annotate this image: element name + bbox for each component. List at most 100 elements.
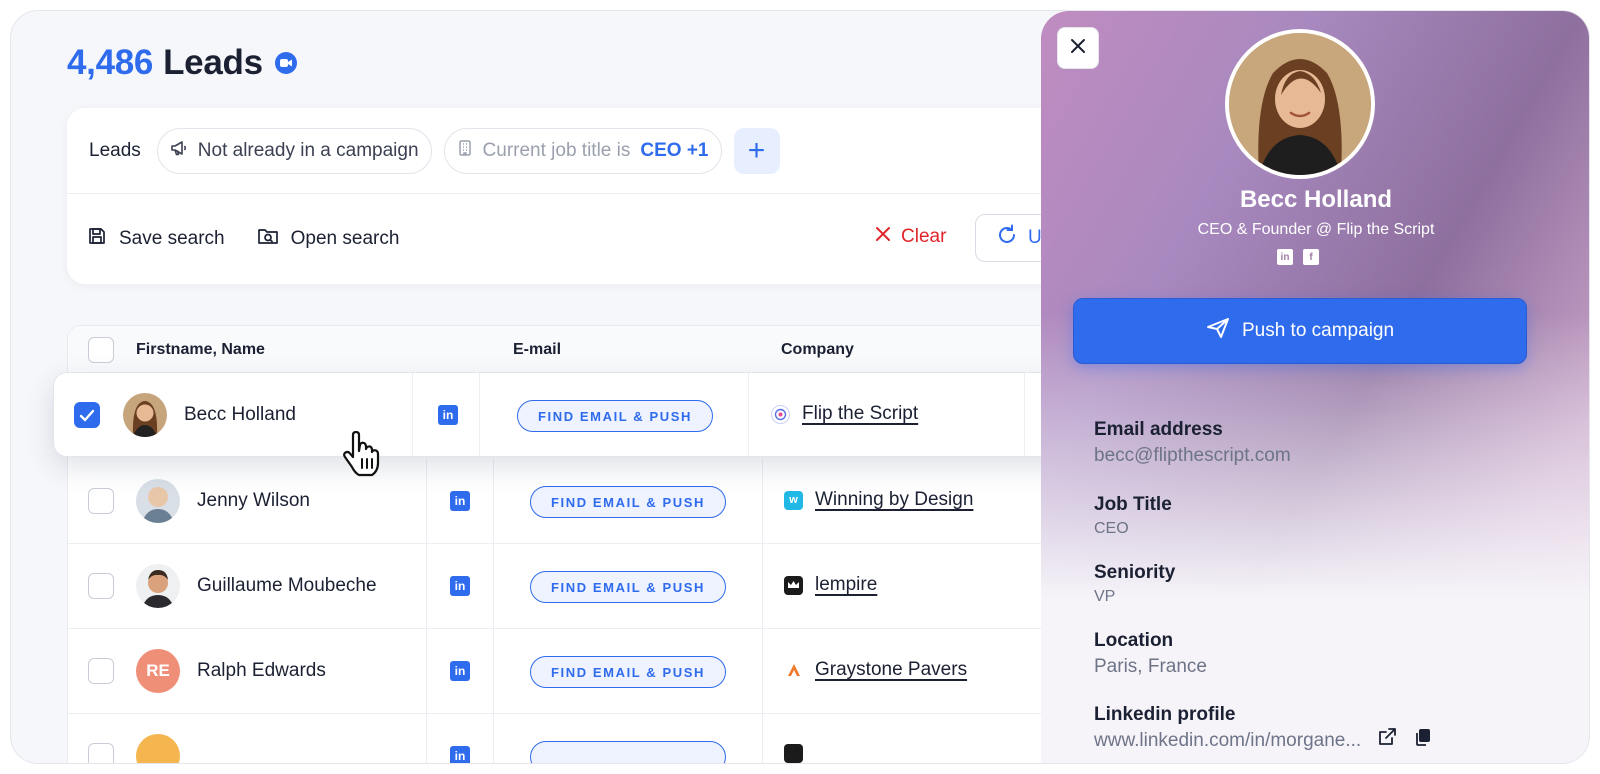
push-to-campaign-button[interactable]: Push to campaign [1073,298,1527,364]
column-header-email[interactable]: E-mail [513,341,561,359]
company-name[interactable]: Flip the Script [802,403,918,425]
open-search-icon [257,226,279,252]
lead-name[interactable]: Jenny Wilson [197,490,310,512]
app-frame: 4,486 Leads Leads Not already in a campa… [10,10,1590,764]
company-cell[interactable]: Flip the Script [771,403,918,425]
column-header-name[interactable]: Firstname, Name [136,341,265,359]
copy-icon[interactable] [1413,727,1433,752]
field-value[interactable]: becc@flipthescript.com [1094,445,1291,467]
external-link-icon[interactable] [1377,727,1397,752]
table-row[interactable]: Guillaume Moubeche in FIND EMAIL & PUSH … [68,544,1106,629]
avatar [136,734,180,763]
field-seniority: Seniority VP [1094,562,1175,606]
linkedin-icon[interactable]: in [450,661,470,681]
open-search-button[interactable]: Open search [257,226,400,252]
linkedin-icon[interactable]: in [450,576,470,596]
avatar [136,564,180,608]
field-location: Location Paris, France [1094,630,1207,678]
company-cell[interactable]: lempire [784,574,877,596]
table-row[interactable]: in [68,714,1106,763]
row-checkbox[interactable] [88,658,114,684]
select-all-checkbox[interactable] [88,337,114,363]
filter-row: Leads Not already in a campaign Current … [67,108,1107,194]
column-divider [762,459,763,543]
column-divider [762,714,763,763]
find-email-push-button[interactable]: FIND EMAIL & PUSH [530,571,726,603]
filter-chip-campaign[interactable]: Not already in a campaign [156,127,432,174]
field-linkedin: Linkedin profile www.linkedin.com/in/mor… [1094,704,1433,752]
table-row[interactable]: Jenny Wilson in FIND EMAIL & PUSH w Winn… [68,459,1106,544]
clear-label: Clear [901,226,947,247]
find-email-push-button[interactable]: FIND EMAIL & PUSH [530,656,726,688]
column-divider [1024,373,1025,456]
field-label: Location [1094,630,1174,651]
open-search-label: Open search [290,228,400,249]
company-logo-icon [771,404,790,424]
filter-card: Leads Not already in a campaign Current … [67,108,1135,284]
field-value: CEO [1094,520,1129,537]
company-cell[interactable]: w Winning by Design [784,489,973,511]
filter-chip-job-title-value: CEO +1 [640,139,709,161]
lead-name[interactable]: Guillaume Moubeche [197,575,377,597]
close-panel-button[interactable] [1057,27,1099,69]
profile-role: CEO & Founder @ Flip the Script [1197,221,1435,238]
column-divider [493,629,494,713]
table-row[interactable]: RE Ralph Edwards in FIND EMAIL & PUSH Gr… [68,629,1106,714]
row-checkbox[interactable] [88,743,114,763]
clear-button[interactable]: Clear [875,226,946,248]
plus-icon: + [747,133,766,167]
linkedin-icon[interactable]: in [450,746,470,763]
field-label: Linkedin profile [1094,704,1236,725]
column-divider [493,714,494,763]
find-email-push-button[interactable] [530,741,726,763]
column-header-company[interactable]: Company [781,341,854,359]
save-search-button[interactable]: Save search [87,226,225,252]
lead-name[interactable]: Ralph Edwards [197,660,326,682]
find-email-push-button[interactable]: FIND EMAIL & PUSH [530,486,726,518]
table-row-selected[interactable]: Becc Holland in FIND EMAIL & PUSH Flip t… [53,372,1113,457]
close-icon [1070,38,1086,59]
company-cell[interactable]: Graystone Pavers [784,659,967,681]
profile-avatar [1225,29,1375,179]
company-cell[interactable] [784,744,803,763]
find-email-push-button[interactable]: FIND EMAIL & PUSH [517,400,713,432]
company-logo-icon: w [784,490,803,510]
lead-detail-panel: Becc Holland CEO & Founder @ Flip the Sc… [1041,11,1589,763]
table-header: Firstname, Name E-mail Company [68,326,1106,374]
close-icon [875,226,891,248]
field-label: Email address [1094,419,1223,440]
add-filter-button[interactable]: + [733,127,780,174]
row-checkbox[interactable] [88,573,114,599]
field-value: VP [1094,588,1116,605]
linkedin-icon[interactable]: in [1277,249,1293,265]
page-title: 4,486 Leads [67,43,297,83]
column-divider [493,544,494,628]
push-to-campaign-label: Push to campaign [1241,320,1395,341]
update-label: U [1028,227,1042,248]
row-checkbox[interactable] [88,488,114,514]
lead-count: 4,486 [67,43,154,82]
company-name[interactable]: Graystone Pavers [815,659,967,681]
company-name[interactable]: lempire [815,574,877,596]
linkedin-icon[interactable]: in [438,405,458,425]
company-name[interactable]: Winning by Design [815,489,973,511]
avatar [123,393,167,437]
facebook-icon[interactable]: f [1303,249,1319,265]
video-badge-icon[interactable] [274,52,297,74]
megaphone-icon [170,139,188,163]
filter-chip-job-title-prefix: Current job title is [482,139,631,161]
field-email: Email address becc@flipthescript.com [1094,419,1291,467]
filter-chip-job-title[interactable]: Current job title is CEO +1 [443,127,722,174]
lead-name[interactable]: Becc Holland [184,404,296,426]
linkedin-icon[interactable]: in [450,491,470,511]
column-divider [493,459,494,543]
company-logo-icon [784,744,803,763]
field-value[interactable]: www.linkedin.com/in/morgane... [1094,730,1361,752]
field-job-title: Job Title CEO [1094,494,1172,538]
filter-label: Leads [89,139,141,161]
send-icon [1206,317,1230,345]
column-divider [426,459,427,543]
filter-chip-campaign-label: Not already in a campaign [197,139,419,161]
column-divider [426,629,427,713]
row-checkbox[interactable] [74,402,100,428]
